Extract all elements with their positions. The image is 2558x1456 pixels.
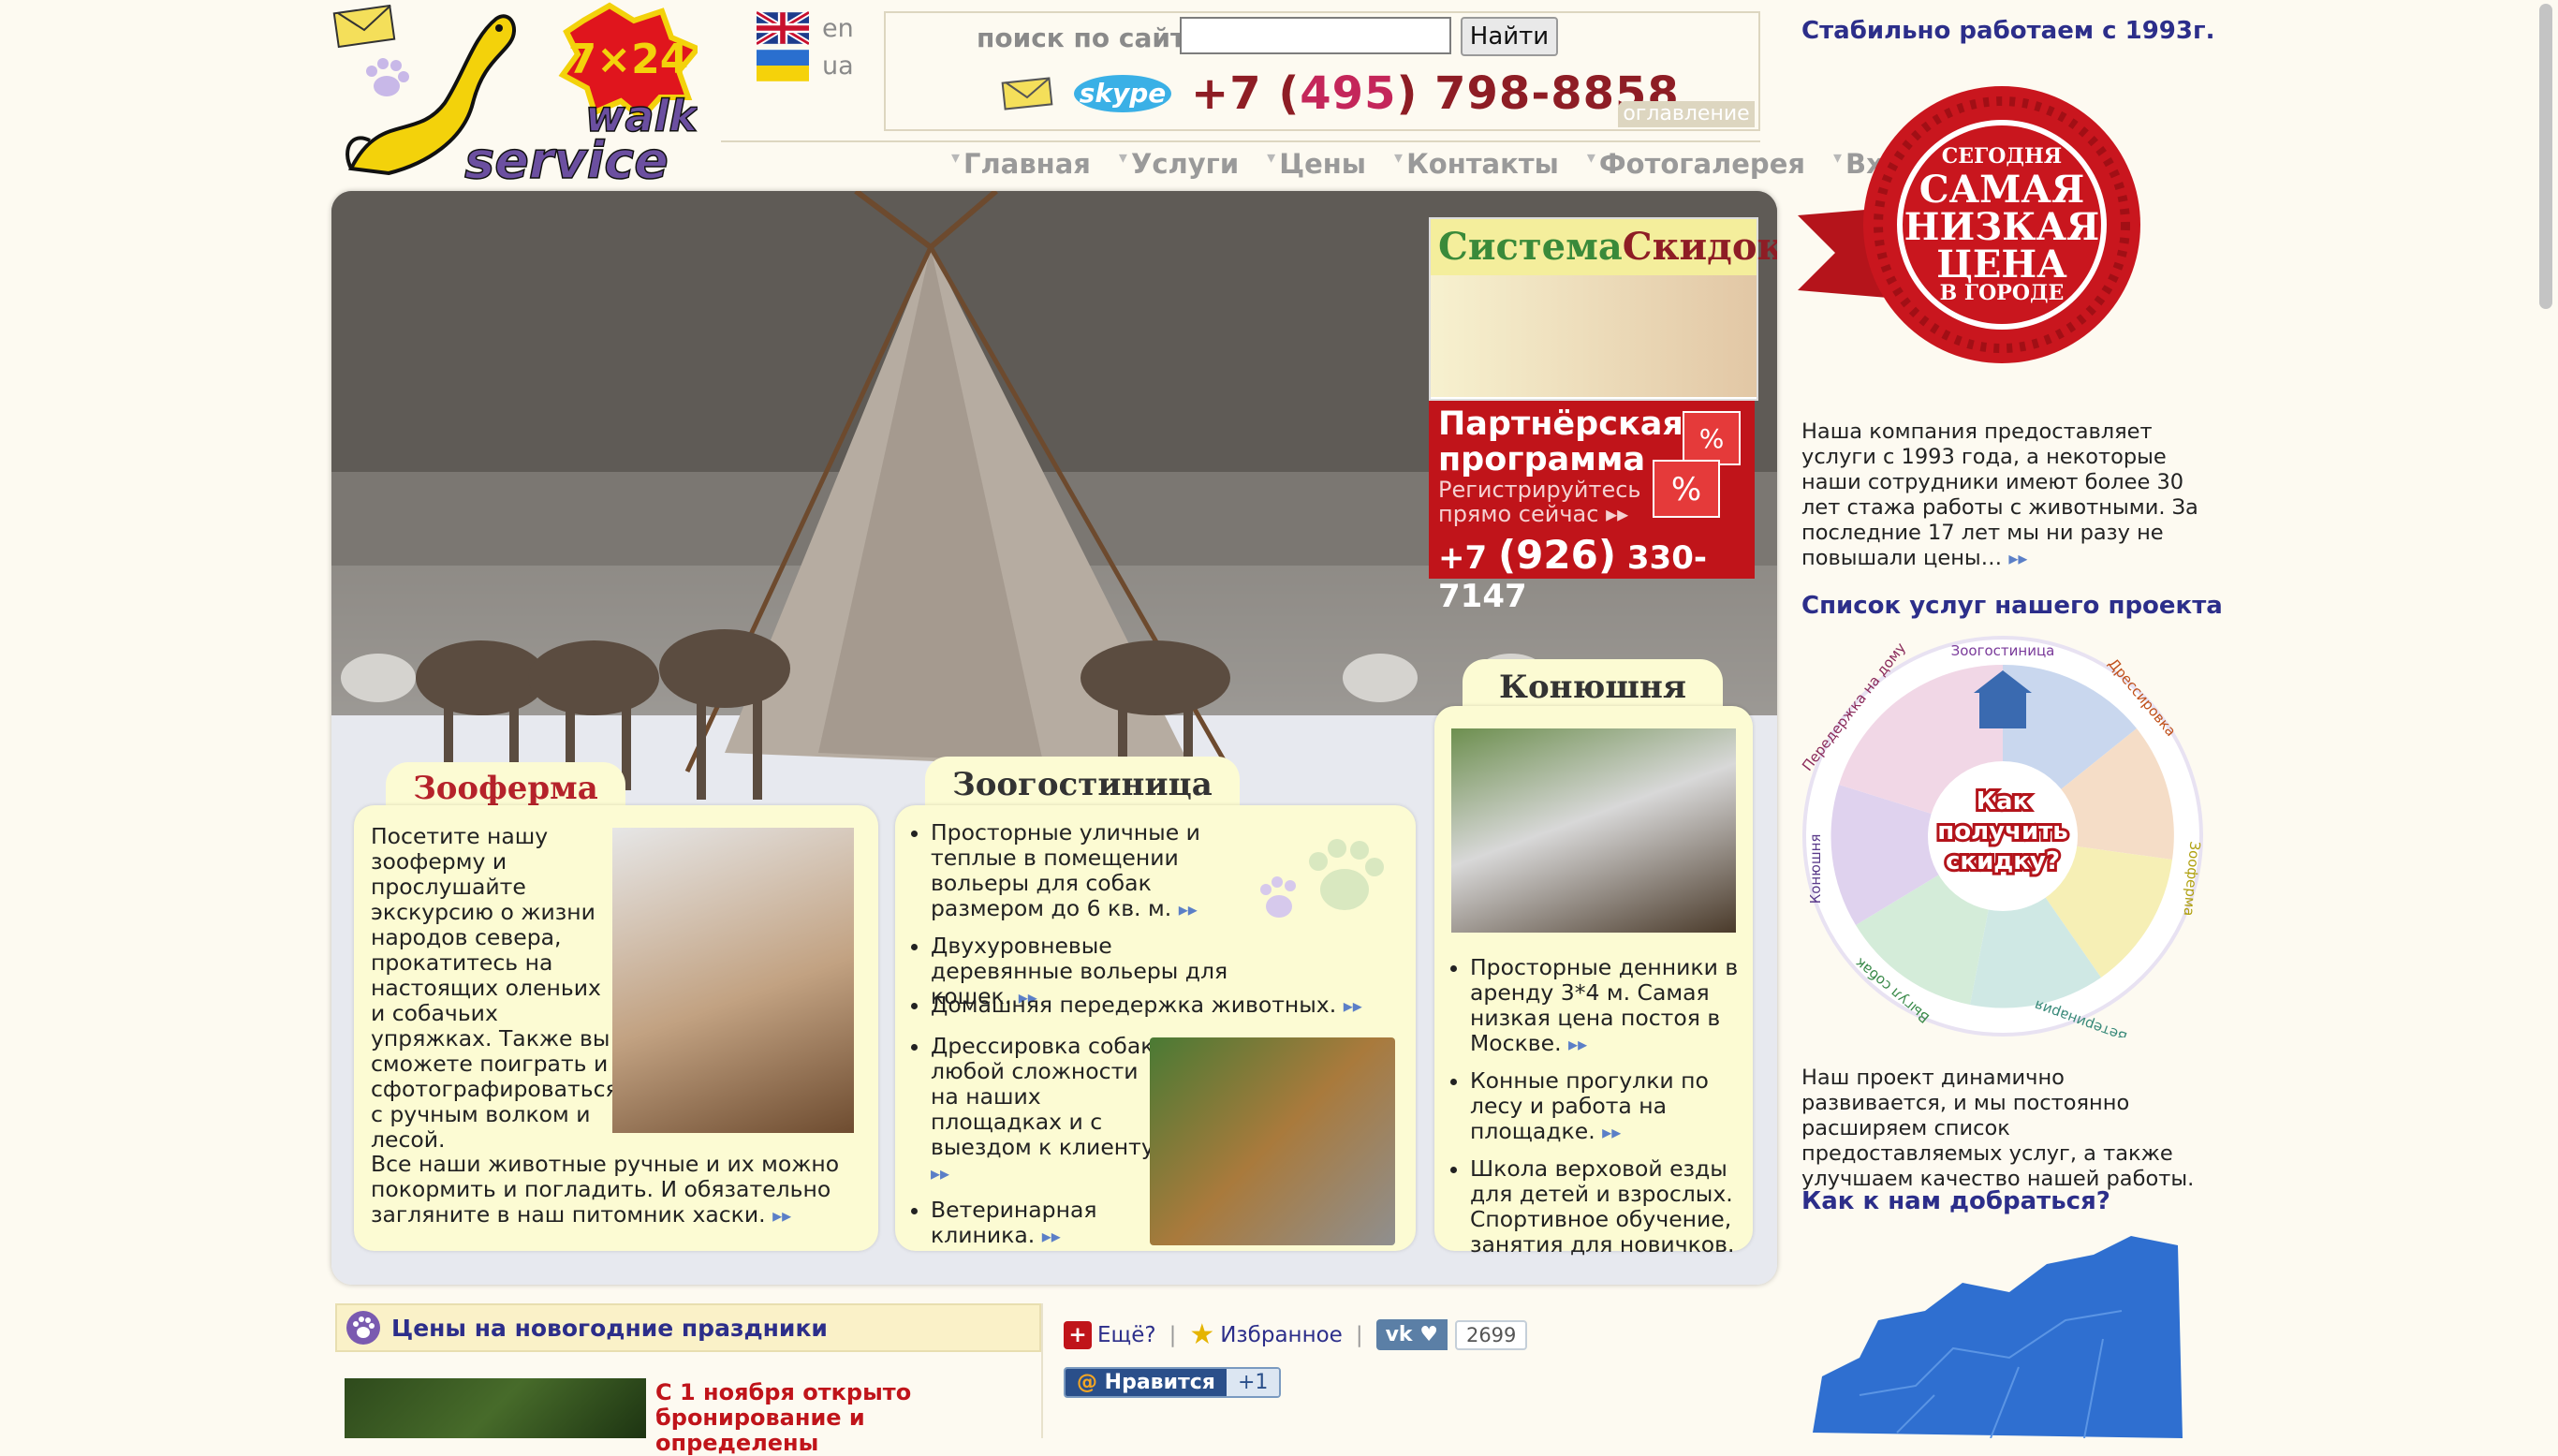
search-label: поиск по сайту bbox=[977, 22, 1203, 53]
stable-item-3: Школа верховой езды для детей и взрослых… bbox=[1470, 1156, 1751, 1257]
lowest-price-rosette[interactable]: СЕГОДНЯ САМАЯ НИЗКАЯ ЦЕНА В ГОРОДЕ bbox=[1798, 66, 2200, 393]
russia-map[interactable] bbox=[1803, 1227, 2187, 1438]
nav-services[interactable]: Услуги bbox=[1119, 148, 1239, 180]
plus-one-count: +1 bbox=[1226, 1369, 1280, 1396]
services-heading: Список услуг нашего проекта bbox=[1801, 592, 2223, 620]
favorites-link[interactable]: ★ Избранное bbox=[1189, 1318, 1343, 1351]
svg-text:В ГОРОДЕ: В ГОРОДЕ bbox=[1940, 281, 2065, 305]
svg-text:получить: получить bbox=[1937, 817, 2067, 846]
lang-en-label: en bbox=[822, 13, 854, 43]
more-arrow-icon[interactable]: ▸▸ bbox=[2008, 547, 2027, 569]
column-divider bbox=[1041, 1303, 1043, 1438]
family-dog-photo bbox=[1431, 275, 1757, 397]
stable-item-2: Конные прогулки по лесу и работа на площ… bbox=[1470, 1068, 1751, 1145]
stable-card: Просторные денники в аренду 3*4 м. Самая… bbox=[1434, 706, 1753, 1257]
hotel-item-3: Домашняя передержка животных. ▸▸ bbox=[931, 993, 1399, 1019]
hotel-item-1: Просторные уличные и теплые в помещении … bbox=[931, 820, 1240, 922]
new-year-prices-bar[interactable]: Цены на новогодние праздники bbox=[335, 1303, 1041, 1352]
site-logo[interactable]: 7×24 walk service bbox=[332, 0, 702, 191]
tab-zoohotel[interactable]: Зоогостиница bbox=[925, 757, 1240, 813]
svg-text:ЦЕНА: ЦЕНА bbox=[1936, 243, 2067, 287]
hero-banner: СистемаСкидок Партнёрская программа Реги… bbox=[331, 191, 1777, 1285]
hotel-item-4: Дрессировка собак любой сложности на наш… bbox=[931, 1034, 1165, 1186]
zooferma-text-2: Все наши животные ручные и их можно поко… bbox=[371, 1151, 840, 1228]
stable-item-1: Просторные денники в аренду 3*4 м. Самая… bbox=[1470, 955, 1751, 1057]
vk-icon: vk ♥ bbox=[1375, 1319, 1448, 1350]
moose-photo bbox=[612, 828, 854, 1133]
zooferma-card: Посетите нашу зооферму и прослушайте экс… bbox=[354, 805, 878, 1251]
new-year-prices-title: Цены на новогодние праздники bbox=[391, 1315, 828, 1342]
new-year-photo[interactable] bbox=[345, 1378, 646, 1438]
zooferma-text: Посетите нашу зооферму и прослушайте экс… bbox=[371, 823, 619, 1153]
more-arrow-icon[interactable]: ▸▸ bbox=[1568, 1033, 1587, 1055]
scrollbar-thumb[interactable] bbox=[2539, 4, 2552, 309]
mail-icon[interactable] bbox=[1000, 75, 1054, 112]
discount-system-title: СистемаСкидок bbox=[1431, 219, 1777, 275]
nav-contacts[interactable]: Контакты bbox=[1394, 148, 1559, 180]
since-heading: Стабильно работаем с 1993г. bbox=[1801, 17, 2215, 45]
paw-icon bbox=[366, 58, 409, 96]
phone-number[interactable]: +7 (495) 798-8858 bbox=[1191, 67, 1680, 120]
share-more[interactable]: + Ещё? bbox=[1064, 1320, 1156, 1349]
svg-text:СЕГОДНЯ: СЕГОДНЯ bbox=[1942, 144, 2062, 169]
contents-tab[interactable]: оглавление bbox=[1618, 101, 1755, 127]
partner-program-promo[interactable]: Партнёрская программа Регистрируйтесь пр… bbox=[1429, 401, 1755, 615]
nav-gallery[interactable]: Фотогалерея bbox=[1587, 148, 1805, 180]
svg-text:%: % bbox=[1671, 471, 1701, 508]
more-arrow-icon[interactable]: ▸▸ bbox=[1042, 1225, 1061, 1247]
search-input[interactable] bbox=[1180, 17, 1451, 54]
vk-like-button[interactable]: vk ♥ 2699 bbox=[1375, 1319, 1528, 1350]
at-icon: @ bbox=[1077, 1371, 1097, 1394]
svg-text:service: service bbox=[464, 131, 669, 187]
more-arrow-icon[interactable]: ▸▸ bbox=[931, 1162, 949, 1184]
news-headline[interactable]: С 1 ноября открыто бронирование и опреде… bbox=[655, 1380, 1030, 1456]
main-nav: Главная Услуги Цены Контакты Фотогалерея… bbox=[951, 148, 1924, 180]
vk-count: 2699 bbox=[1454, 1319, 1528, 1350]
discount-system-promo[interactable]: СистемаСкидок bbox=[1429, 217, 1777, 401]
nav-divider bbox=[721, 140, 1760, 142]
develop-text: Наш проект динамично развивается, и мы п… bbox=[1801, 1066, 2195, 1191]
route-heading[interactable]: Как к нам добраться? bbox=[1801, 1187, 2110, 1215]
more-arrow-icon[interactable]: ▸▸ bbox=[1344, 994, 1362, 1017]
ua-flag-icon bbox=[757, 50, 809, 81]
svg-text:Как: Как bbox=[1977, 787, 2030, 816]
lang-ua[interactable]: ua bbox=[757, 49, 854, 82]
star-icon: ★ bbox=[1189, 1318, 1215, 1351]
envelope-icon bbox=[332, 4, 396, 49]
svg-text:%: % bbox=[1699, 423, 1725, 454]
partner-phone: +7 (926) 330-7147 bbox=[1438, 532, 1707, 615]
logo-badge: 7×24 bbox=[568, 36, 689, 83]
hotel-item-5: Ветеринарная клиника. ▸▸ bbox=[931, 1198, 1165, 1249]
nav-home[interactable]: Главная bbox=[951, 148, 1091, 180]
mailru-like-button[interactable]: @ Нравится +1 bbox=[1064, 1367, 1282, 1398]
more-arrow-icon[interactable]: ▸▸ bbox=[1179, 898, 1198, 920]
paw-prints-icon bbox=[1260, 839, 1384, 918]
services-wheel[interactable]: Как получить скидку? Зоогостиница Дресси… bbox=[1801, 635, 2204, 1037]
like-label: @ Нравится bbox=[1066, 1369, 1227, 1396]
more-arrow-icon[interactable]: ▸▸ bbox=[1602, 1121, 1621, 1143]
paw-circle-icon bbox=[346, 1311, 380, 1345]
svg-text:Зоогостиница: Зоогостиница bbox=[1951, 642, 2055, 659]
more-arrow-icon[interactable]: ▸▸ bbox=[772, 1204, 791, 1227]
nav-prices[interactable]: Цены bbox=[1267, 148, 1366, 180]
svg-text:skype: skype bbox=[1080, 78, 1167, 109]
uk-flag-icon bbox=[757, 11, 809, 45]
skype-icon[interactable]: skype bbox=[1071, 71, 1174, 116]
lang-ua-label: ua bbox=[822, 51, 854, 81]
about-text: Наша компания предоставляет услуги с 199… bbox=[1801, 419, 2198, 570]
svg-text:скидку?: скидку? bbox=[1946, 847, 2060, 875]
lang-en[interactable]: en bbox=[757, 11, 854, 45]
plus-icon: + bbox=[1064, 1320, 1092, 1349]
svg-text:Конюшня: Конюшня bbox=[1807, 834, 1824, 904]
social-bar: + Ещё? | ★ Избранное | vk ♥ 2699 bbox=[1064, 1318, 1528, 1351]
zoohotel-card: Просторные уличные и теплые в помещении … bbox=[895, 805, 1416, 1251]
horse-jump-photo bbox=[1451, 728, 1736, 933]
percent-dice-icon: % % bbox=[1653, 411, 1741, 518]
puppy-kitten-photo bbox=[1150, 1037, 1395, 1245]
search-button[interactable]: Найти bbox=[1461, 17, 1558, 56]
